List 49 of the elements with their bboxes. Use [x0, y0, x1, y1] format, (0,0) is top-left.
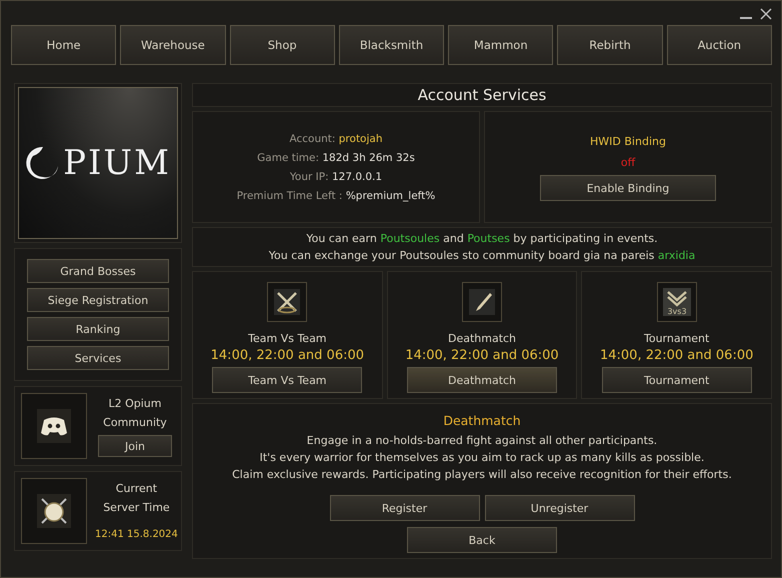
- back-button[interactable]: Back: [407, 527, 557, 553]
- hwid-title: HWID Binding: [590, 134, 666, 150]
- crossed-swords-icon: [274, 289, 300, 315]
- event-button[interactable]: Team Vs Team: [212, 367, 362, 393]
- hwid-status: off: [620, 155, 636, 171]
- shield-swords-icon: [37, 494, 71, 528]
- event-name: Deathmatch: [448, 331, 516, 347]
- event-schedule: 14:00, 22:00 and 06:00: [210, 347, 364, 365]
- nav-button[interactable]: Auction: [666, 25, 772, 65]
- nav-button[interactable]: Home: [11, 25, 116, 65]
- detail-title: Deathmatch: [443, 412, 521, 429]
- page-title: Account Services: [418, 86, 546, 104]
- event-schedule: 14:00, 22:00 and 06:00: [600, 347, 754, 365]
- event-button[interactable]: Deathmatch: [407, 367, 557, 393]
- detail-text: Engage in a no-holds-barred fight against all other participants.: [306, 433, 658, 449]
- detail-text: It's every warrior for themselves as you aim to rack up as many kills as possible.: [260, 450, 704, 466]
- server-time-label: Current: [116, 480, 158, 496]
- nav-button[interactable]: Rebirth: [557, 25, 663, 65]
- join-button[interactable]: Join: [98, 435, 172, 457]
- account-info: Game time: 182d 3h 26m 32s: [257, 152, 415, 164]
- event-button[interactable]: Tournament: [602, 367, 752, 393]
- enable-binding-button[interactable]: Enable Binding: [540, 175, 716, 201]
- menu-button[interactable]: Services: [27, 346, 169, 370]
- event-action-button[interactable]: Register: [330, 495, 480, 521]
- info-message: You can exchange your Poutsoules sto community board gia na pareis arxidia: [268, 248, 696, 264]
- close-icon[interactable]: [760, 8, 772, 20]
- nav-button[interactable]: Warehouse: [120, 25, 226, 65]
- event-name: Tournament: [644, 331, 710, 347]
- nav-button[interactable]: Shop: [230, 25, 335, 65]
- menu-button[interactable]: Ranking: [27, 317, 169, 341]
- nav-button[interactable]: Blacksmith: [338, 25, 444, 65]
- nav-button[interactable]: Mammon: [448, 25, 554, 65]
- account-info: Account: protojah: [289, 132, 382, 144]
- chat-controller-icon: [37, 409, 71, 443]
- tournament-badge-icon: 3vs3: [662, 288, 691, 316]
- logo-text: PIUM: [63, 143, 171, 183]
- event-action-button[interactable]: Unregister: [484, 495, 634, 521]
- account-info: Your IP: 127.0.0.1: [290, 170, 382, 182]
- server-time-value: 12:41 15.8.2024: [95, 528, 178, 542]
- info-message: You can earn Poutsoules and Poutses by participating in events.: [306, 231, 658, 247]
- detail-text: Claim exclusive rewards. Participating players will also receive recognition for their efforts.: [232, 467, 732, 483]
- community-label: L2 Opium: [108, 396, 162, 412]
- event-schedule: 14:00, 22:00 and 06:00: [405, 347, 559, 365]
- server-time-label: Server Time: [103, 500, 170, 516]
- community-label: Community: [103, 415, 167, 431]
- menu-button[interactable]: Siege Registration: [27, 288, 169, 312]
- menu-button[interactable]: Grand Bosses: [27, 259, 169, 283]
- event-name: Team Vs Team: [248, 331, 327, 347]
- account-info: Premium Time Left : %premium_left%: [236, 190, 436, 202]
